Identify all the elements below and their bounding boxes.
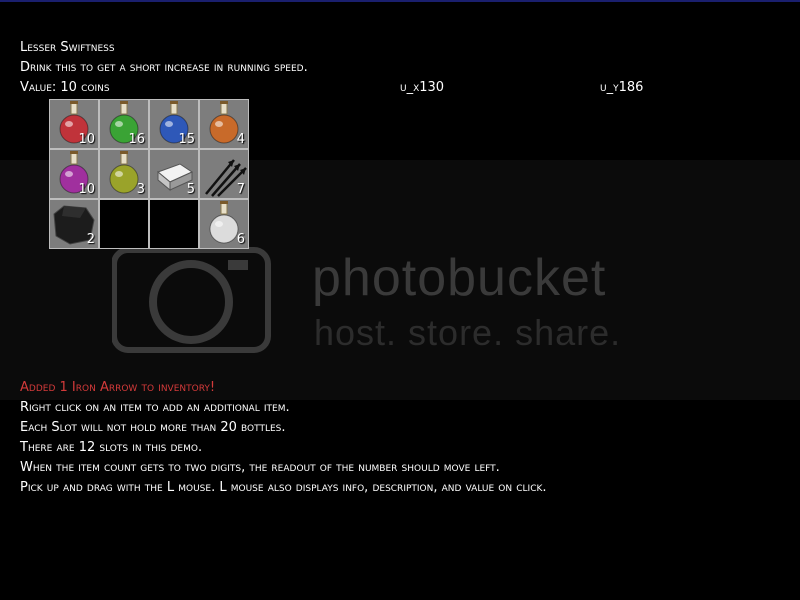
help-line-1: Right click on an item to add an additio…: [20, 400, 290, 415]
inventory-slot-7[interactable]: 5: [150, 150, 198, 198]
help-line-5: Pick up and drag with the L mouse. L mou…: [20, 480, 547, 495]
slot-item-count: 16: [128, 132, 145, 147]
inventory-slot-9[interactable]: 2: [50, 200, 98, 248]
inventory-grid: 10 16 15 4 10 3 5 7 2 6: [49, 99, 249, 249]
slot-item-count: 4: [236, 132, 245, 147]
top-border-line: [0, 0, 800, 2]
inventory-slot-3[interactable]: 15: [150, 100, 198, 148]
inventory-slot-6[interactable]: 3: [100, 150, 148, 198]
slot-item-count: 2: [86, 232, 95, 247]
slot-item-count: 6: [236, 232, 245, 247]
inventory-slot-2[interactable]: 16: [100, 100, 148, 148]
slot-item-count: 10: [78, 132, 95, 147]
inventory-slot-8[interactable]: 7: [200, 150, 248, 198]
item-description: Drink this to get a short increase in ru…: [20, 60, 308, 75]
watermark-camera-icon: [112, 247, 271, 353]
inventory-slot-11[interactable]: [150, 200, 198, 248]
inventory-status-message: Added 1 Iron Arrow to inventory!: [20, 380, 216, 395]
inventory-slot-1[interactable]: 10: [50, 100, 98, 148]
help-line-4: When the item count gets to two digits, …: [20, 460, 500, 475]
inventory-slot-12[interactable]: 6: [200, 200, 248, 248]
slot-item-count: 3: [136, 182, 145, 197]
help-line-2: Each Slot will not hold more than 20 bot…: [20, 420, 286, 435]
cursor-y-readout: u_y186: [600, 80, 644, 95]
item-value: Value: 10 coins: [20, 80, 110, 95]
help-line-3: There are 12 slots in this demo.: [20, 440, 203, 455]
slot-item-count: 7: [236, 182, 245, 197]
slot-item-count: 15: [178, 132, 195, 147]
slot-item-count: 5: [186, 182, 195, 197]
item-name: Lesser Swiftness: [20, 40, 115, 55]
inventory-slot-10[interactable]: [100, 200, 148, 248]
cursor-x-readout: u_x130: [400, 80, 445, 95]
inventory-slot-4[interactable]: 4: [200, 100, 248, 148]
watermark-brand: photobucket: [312, 249, 607, 307]
watermark-tagline: host. store. share.: [314, 312, 622, 353]
slot-item-count: 10: [78, 182, 95, 197]
inventory-slot-5[interactable]: 10: [50, 150, 98, 198]
